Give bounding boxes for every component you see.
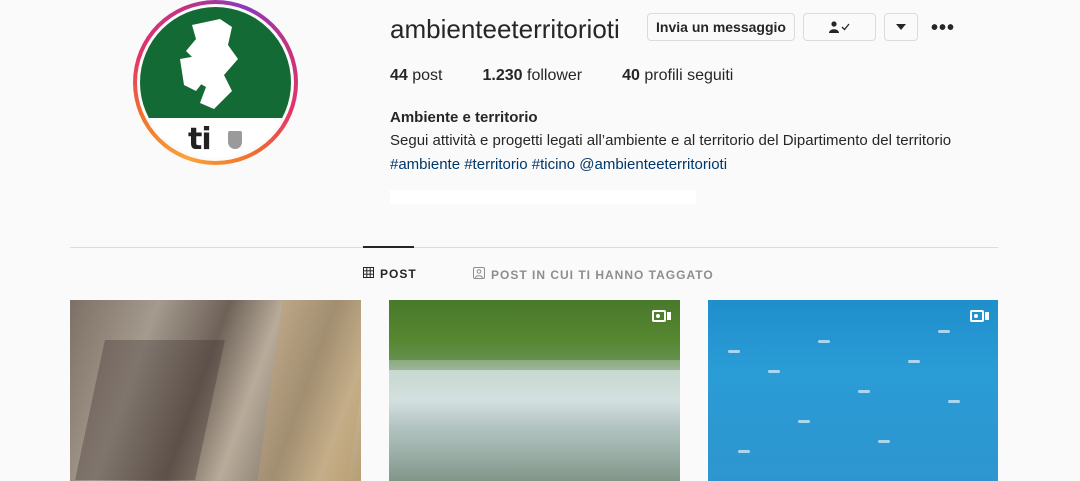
video-icon: [970, 309, 990, 323]
fish: [798, 420, 810, 423]
fish: [768, 370, 780, 373]
send-message-button[interactable]: Invia un messaggio: [647, 13, 795, 41]
stat-followers[interactable]: 1.230 follower: [483, 67, 583, 85]
shield-icon: [228, 131, 242, 149]
person-check-icon: [828, 21, 850, 33]
fish: [878, 440, 890, 443]
tab-posts-label: POST: [380, 267, 417, 281]
bio-text: Segui attività e progetti legati all’amb…: [390, 132, 952, 149]
forest-canopy: [389, 300, 680, 360]
ticino-map-icon: [180, 19, 238, 109]
river-water: [389, 370, 680, 481]
post-thumbnail-fish[interactable]: [708, 300, 998, 481]
profile-avatar-ring[interactable]: ti: [133, 0, 298, 165]
stat-following-label: profili seguiti: [644, 67, 734, 84]
grid-icon: [363, 267, 374, 281]
fish: [728, 350, 740, 353]
suggestions-dropdown-button[interactable]: [884, 13, 918, 41]
rock-sunlit: [257, 300, 361, 481]
tab-posts[interactable]: POST: [363, 267, 417, 281]
tab-tagged[interactable]: POST IN CUI TI HANNO TAGGATO: [473, 267, 714, 282]
profile-username: ambienteeterritorioti: [390, 14, 620, 44]
tagged-icon: [473, 267, 485, 282]
stat-following-value: 40: [622, 67, 640, 84]
fish: [858, 390, 870, 393]
bio-name: Ambiente e territorio: [390, 109, 538, 126]
stat-posts: 44 post: [390, 67, 443, 85]
following-button[interactable]: [803, 13, 876, 41]
profile-stats: 44 post 1.230 follower 40 profili seguit…: [390, 67, 773, 85]
fish: [738, 450, 750, 453]
video-icon: [652, 309, 672, 323]
bio-link-placeholder[interactable]: [390, 190, 696, 204]
post-thumbnail-river[interactable]: [389, 300, 680, 481]
stat-posts-label: post: [412, 67, 443, 84]
fish: [818, 340, 830, 343]
avatar-green-area: [140, 7, 291, 118]
stat-followers-value: 1.230: [482, 67, 523, 84]
caret-down-icon: [896, 24, 906, 30]
more-options-icon[interactable]: •••: [931, 17, 955, 40]
rock-shadow: [75, 340, 225, 480]
tabs-divider: [70, 247, 998, 248]
post-thumbnail-rock-cliff[interactable]: [70, 300, 361, 481]
stat-followers-label: follower: [527, 67, 583, 84]
fish: [908, 360, 920, 363]
tab-tagged-label: POST IN CUI TI HANNO TAGGATO: [491, 267, 714, 282]
stat-following[interactable]: 40 profili seguiti: [622, 67, 733, 85]
stat-posts-value: 44: [390, 67, 408, 84]
fish: [948, 400, 960, 403]
bio-hashtags[interactable]: #ambiente #territorio #ticino @ambientee…: [390, 156, 727, 173]
fish: [938, 330, 950, 333]
active-tab-indicator: [363, 246, 414, 248]
avatar-logo-text: ti: [188, 122, 212, 157]
avatar[interactable]: ti: [140, 7, 291, 158]
